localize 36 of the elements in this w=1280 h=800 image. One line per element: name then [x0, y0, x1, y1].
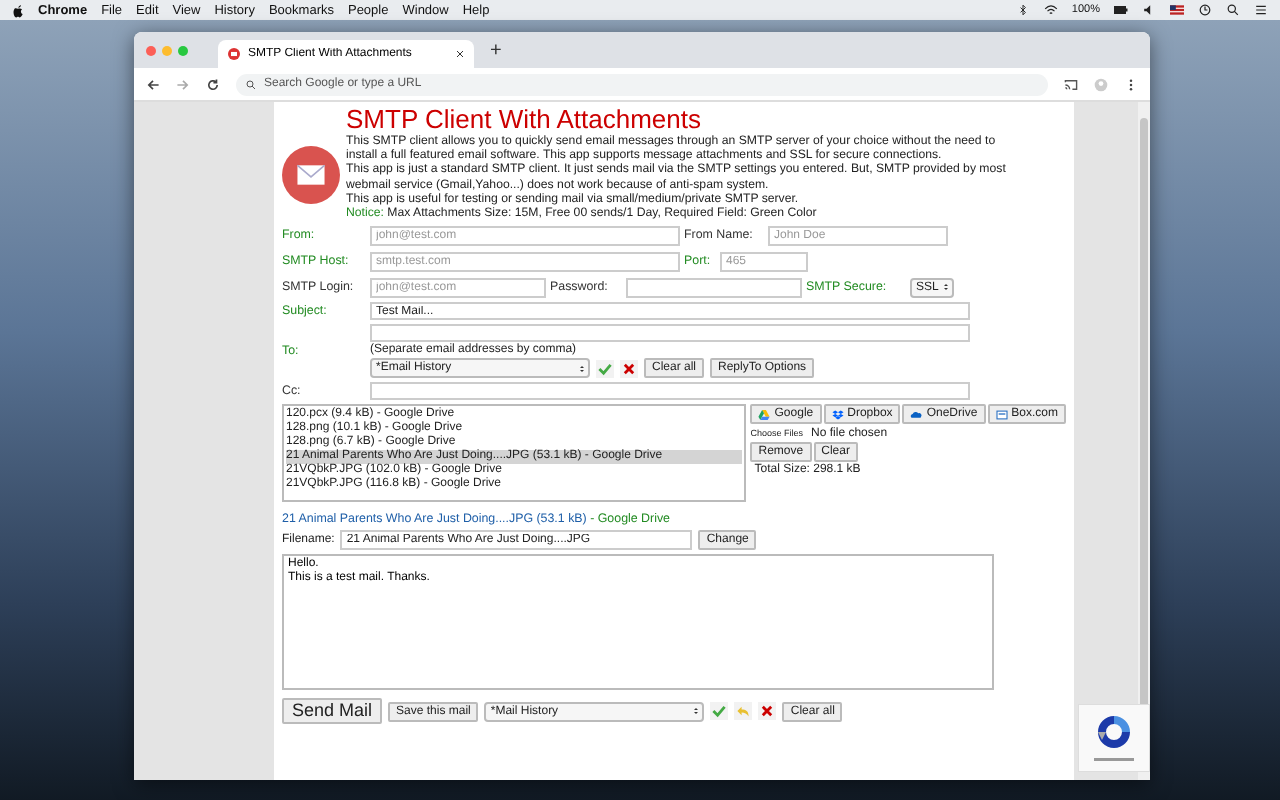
reload-icon[interactable]: [206, 77, 220, 91]
updown-arrows-icon: [694, 706, 699, 717]
cloud-icon: [910, 409, 923, 420]
envelope-icon: [282, 146, 340, 204]
envelope-icon: [228, 48, 240, 60]
battery-icon[interactable]: [1114, 4, 1128, 16]
new-tab-button[interactable]: +: [490, 39, 502, 61]
triangle-logo-icon: [758, 409, 771, 420]
bluetooth-icon[interactable]: [1015, 4, 1030, 16]
open-box-logo-icon: [831, 409, 844, 420]
checkmark-icon[interactable]: [710, 702, 729, 721]
scrollbar[interactable]: [1138, 102, 1150, 780]
close-icon[interactable]: [620, 359, 638, 378]
box-logo-icon: [995, 409, 1008, 420]
volume-icon[interactable]: [1142, 4, 1156, 16]
recaptcha-badge[interactable]: [1078, 704, 1150, 772]
to-field[interactable]: [370, 324, 970, 343]
close-icon[interactable]: [456, 50, 464, 58]
back-icon[interactable]: [146, 77, 160, 91]
checkmark-icon[interactable]: [596, 359, 614, 378]
menu-icon[interactable]: [1124, 77, 1138, 91]
text-field[interactable]: [626, 277, 802, 298]
search-icon: [246, 79, 256, 89]
cc-field[interactable]: [370, 382, 970, 401]
cast-icon[interactable]: [1064, 77, 1078, 91]
updown-arrows-icon: [944, 282, 948, 293]
page-title: SMTP Client With Attachments: [346, 106, 703, 132]
send-mail-button[interactable]: Send Mail: [282, 698, 383, 725]
search-icon[interactable]: [1226, 4, 1240, 16]
updown-arrows-icon: [580, 363, 584, 374]
wifi-icon[interactable]: [1043, 4, 1058, 16]
close-icon[interactable]: [758, 702, 777, 721]
flag-icon[interactable]: [1170, 4, 1184, 16]
list-icon[interactable]: [1254, 4, 1268, 16]
clock-icon[interactable]: [1198, 4, 1212, 16]
apple-icon[interactable]: [12, 3, 24, 17]
